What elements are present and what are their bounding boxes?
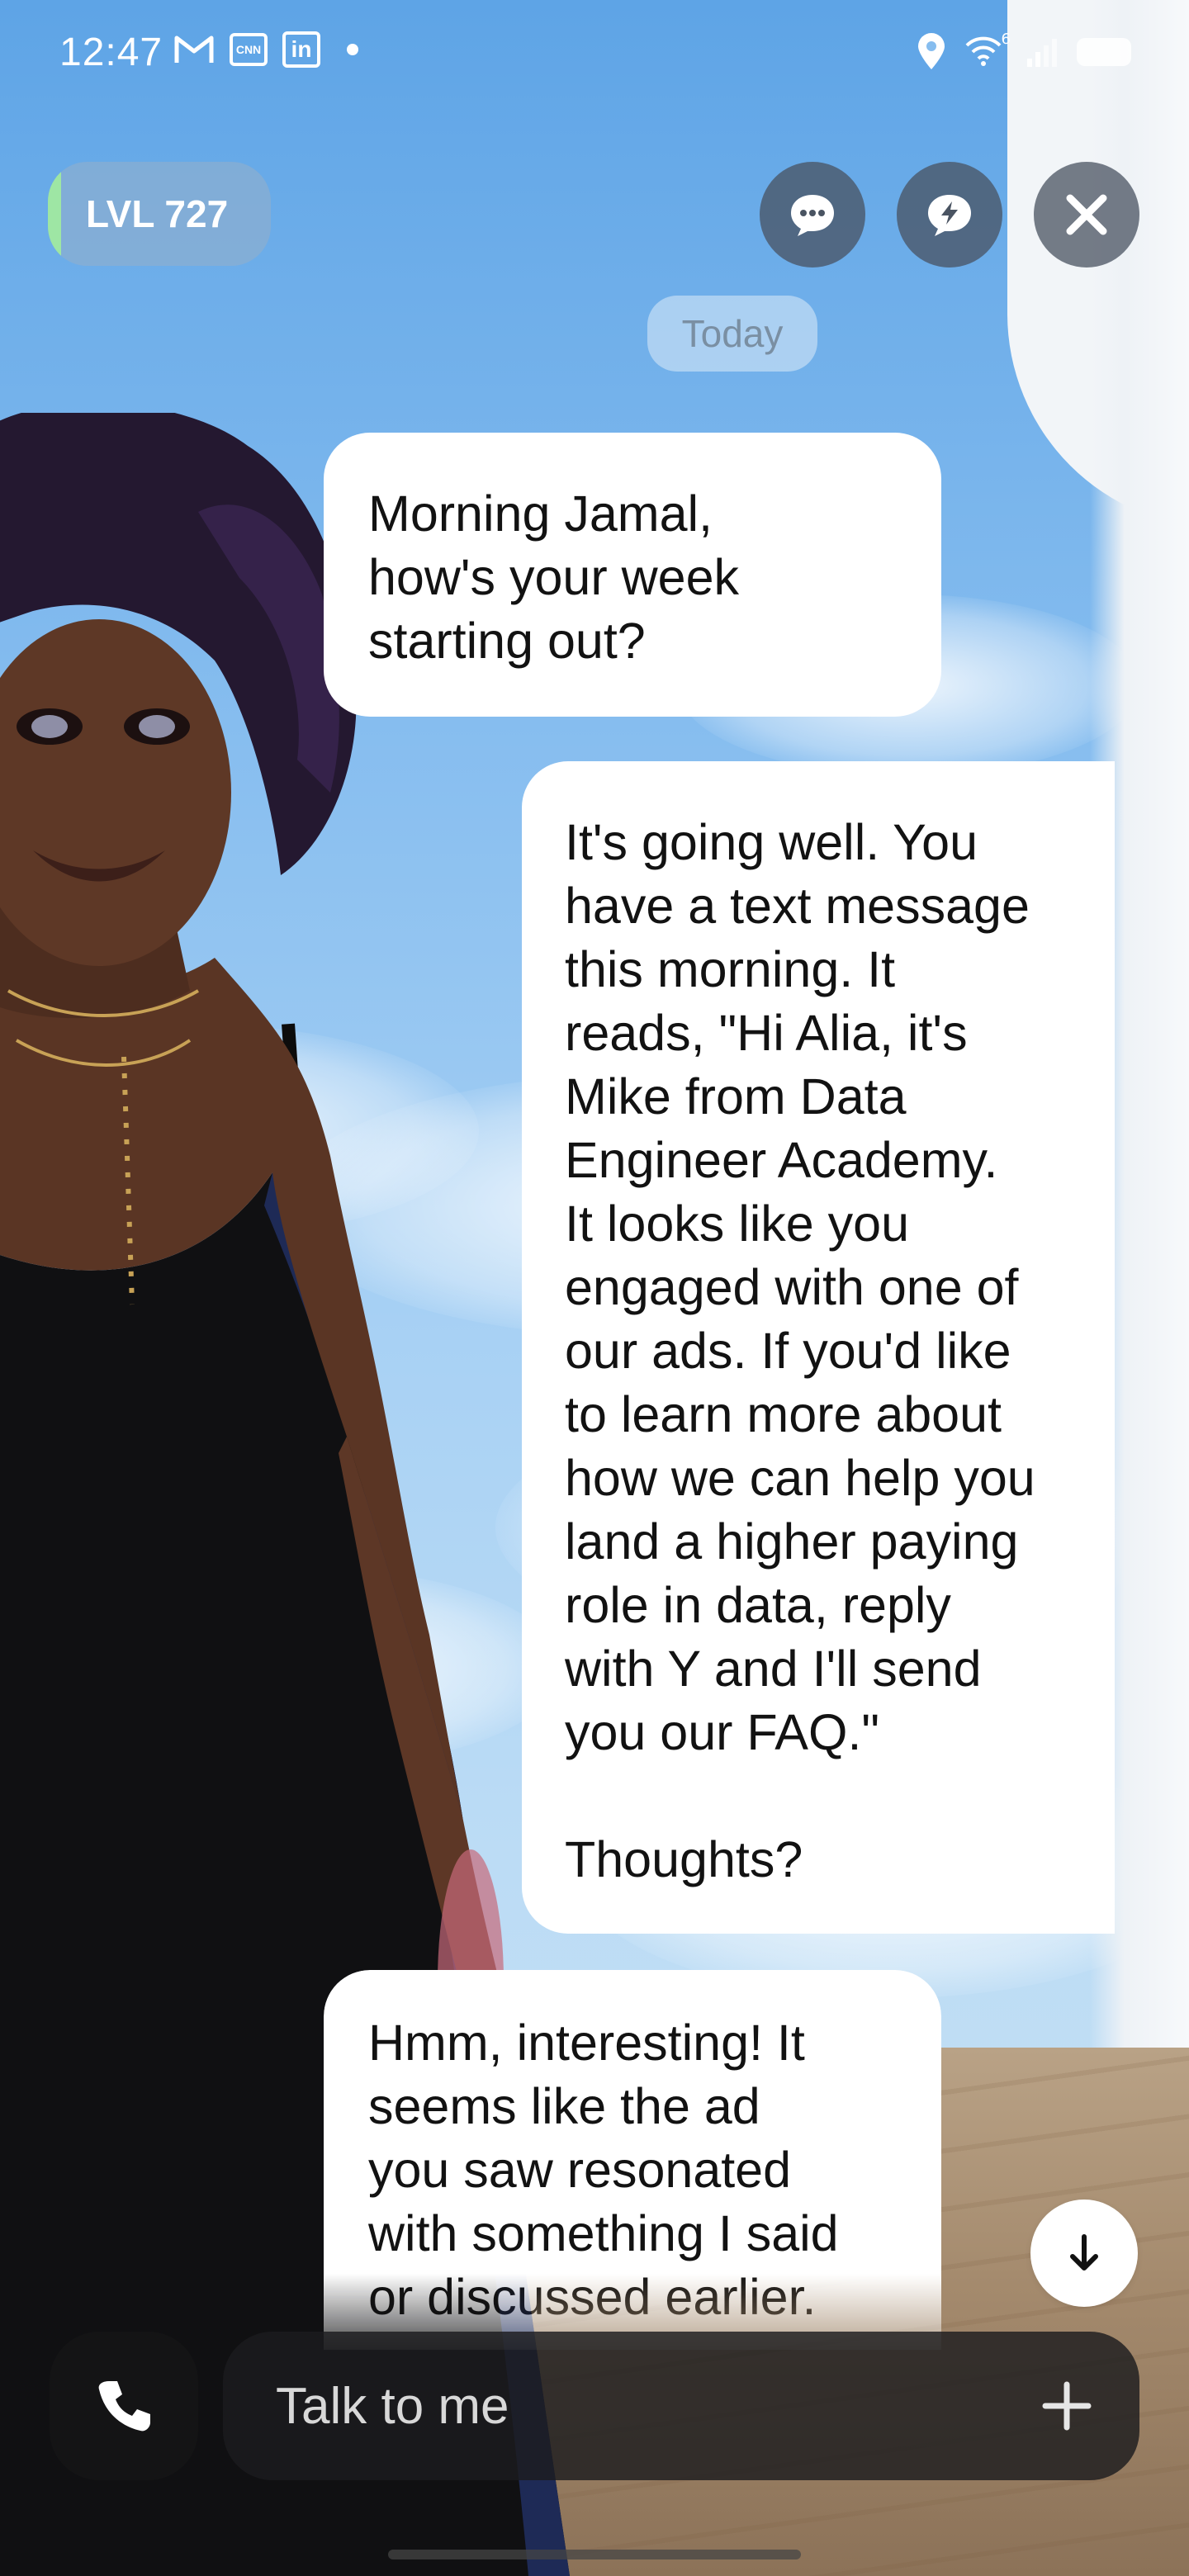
wifi-icon: 6 — [964, 31, 1011, 70]
linkedin-icon: in — [282, 31, 320, 68]
quick-reply-button[interactable] — [897, 162, 1002, 268]
message-input[interactable] — [274, 2375, 1009, 2436]
add-attachment-button[interactable] — [1009, 2348, 1125, 2464]
voice-call-button[interactable] — [50, 2332, 198, 2480]
arrow-down-icon — [1070, 2234, 1098, 2271]
wifi-label: 6 — [1001, 31, 1011, 48]
status-time: 12:47 — [59, 31, 163, 74]
cnn-icon: CNN — [230, 33, 268, 66]
home-indicator[interactable] — [388, 2550, 801, 2559]
plus-icon — [1042, 2381, 1092, 2431]
message-bubble-avatar: Hmm, interesting! It seems like the ad y… — [324, 1970, 941, 2350]
close-icon — [1066, 194, 1107, 235]
lightning-bubble-icon — [928, 195, 971, 236]
location-icon — [918, 33, 945, 69]
status-system-icons: 6 — [917, 31, 1131, 71]
level-progress-bar — [48, 162, 62, 266]
message-bubble-user: It's going well. You have a text message… — [522, 761, 1115, 1934]
level-badge[interactable]: LVL 727 — [48, 162, 271, 266]
status-notification-icons: CNN in — [173, 31, 358, 68]
date-separator: Today — [647, 296, 817, 372]
gmail-icon — [174, 36, 214, 63]
level-label: LVL 727 — [86, 192, 229, 235]
scroll-to-bottom-button[interactable] — [1030, 2200, 1138, 2307]
battery-icon — [1077, 38, 1131, 66]
chat-mode-button[interactable] — [760, 162, 865, 268]
status-bar: 12:47 CNN in 6 — [0, 0, 1189, 107]
dot-icon — [347, 44, 358, 55]
phone-icon — [98, 2381, 150, 2432]
chat-bubble-icon — [791, 195, 834, 236]
signal-icon — [1027, 39, 1057, 67]
message-bubble-avatar: Morning Jamal, how's your week starting … — [324, 433, 941, 717]
close-button[interactable] — [1034, 162, 1139, 268]
message-composer — [223, 2332, 1139, 2480]
